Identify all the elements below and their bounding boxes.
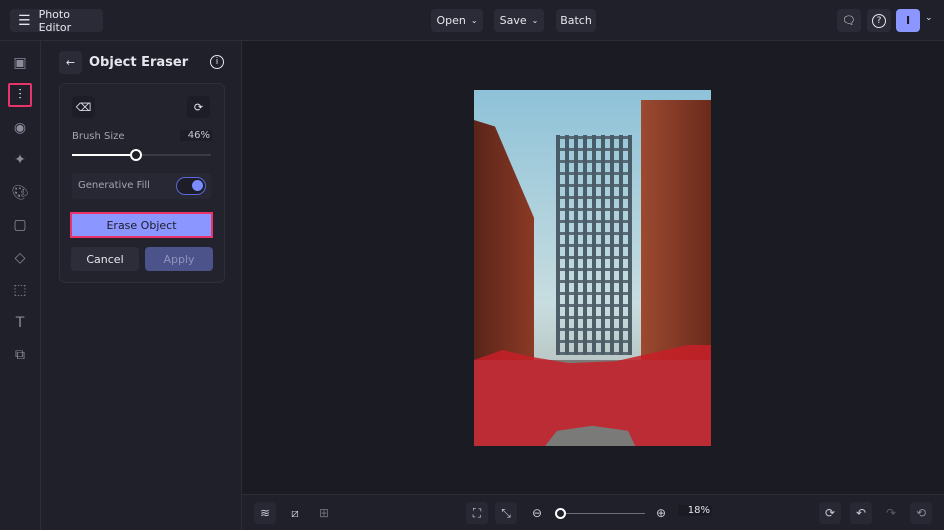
- grid-icon[interactable]: ⊞: [313, 502, 335, 524]
- tool-rail: ▣ ⫶ ◉ ✦ 🎨︎ ▢ ◇ ⬚ T ⧉: [0, 41, 41, 530]
- palette-icon[interactable]: 🎨︎: [8, 181, 32, 205]
- text-icon[interactable]: T: [8, 311, 32, 335]
- eraser-tool-button[interactable]: ⌫: [72, 96, 95, 118]
- frame-icon[interactable]: ▢: [8, 213, 32, 237]
- fit-screen-icon[interactable]: ⛶: [466, 502, 488, 524]
- bottom-toolbar: ≋ ⧄ ⊞ ⛶ ⤡ ⊖ ⊕ 18% ⟳ ↶ ↷ ⟲: [242, 494, 944, 530]
- batch-button[interactable]: Batch: [556, 9, 596, 32]
- zoom-value[interactable]: 18%: [678, 505, 712, 516]
- shrink-icon[interactable]: ⤡: [495, 502, 517, 524]
- chevron-down-icon: ⌄: [531, 16, 539, 25]
- info-icon[interactable]: i: [210, 55, 224, 69]
- zoom-slider[interactable]: [555, 508, 645, 519]
- generative-fill-row: Generative Fill: [72, 173, 211, 199]
- top-bar: ☰ Photo Editor Open ⌄ Save ⌄ Batch 🗨 ? I ⌄: [0, 0, 944, 41]
- brush-size-slider[interactable]: [72, 149, 211, 161]
- canvas-area: [242, 41, 944, 494]
- brush-size-label: Brush Size: [72, 131, 125, 142]
- help-button[interactable]: ?: [867, 9, 891, 32]
- save-button[interactable]: Save ⌄: [494, 9, 544, 32]
- photo[interactable]: [474, 90, 711, 446]
- chevron-down-icon[interactable]: ⌄: [925, 13, 933, 23]
- back-button[interactable]: ←: [59, 51, 82, 74]
- help-icon: ?: [872, 13, 886, 28]
- history-icon[interactable]: ⟲: [910, 502, 932, 524]
- layers-icon[interactable]: ≋: [254, 502, 276, 524]
- erase-label: Erase Object: [106, 218, 177, 232]
- refresh-icon: ⟳: [193, 100, 204, 114]
- open-button[interactable]: Open ⌄: [431, 9, 483, 32]
- eraser-icon: ⌫: [75, 100, 92, 114]
- save-label: Save: [499, 14, 527, 27]
- arrow-left-icon: ←: [65, 56, 76, 69]
- avatar[interactable]: I: [896, 9, 920, 32]
- texture-icon[interactable]: ⬚: [8, 278, 32, 302]
- undo-icon[interactable]: ↶: [850, 502, 872, 524]
- crop-image-icon[interactable]: ⧄: [284, 502, 306, 524]
- slider-handle[interactable]: [129, 149, 142, 161]
- cancel-label: Cancel: [86, 252, 124, 266]
- menu-button[interactable]: ☰ Photo Editor: [10, 7, 103, 34]
- chevron-down-icon: ⌄: [470, 16, 478, 25]
- apply-label: Apply: [163, 252, 195, 266]
- open-label: Open: [436, 14, 466, 27]
- zoom-slider-handle[interactable]: [555, 508, 566, 519]
- comment-icon: 🗨: [842, 14, 856, 27]
- eye-icon[interactable]: ◉: [8, 116, 32, 140]
- image-icon[interactable]: ▣: [8, 51, 32, 75]
- bridge-tower: [556, 135, 632, 355]
- sparkle-icon[interactable]: ✦: [8, 148, 32, 172]
- batch-label: Batch: [560, 14, 592, 27]
- avatar-initial: I: [905, 14, 911, 27]
- object-eraser-panel: ← Object Eraser i ⌫ ⟳ Brush Size 46% Gen…: [41, 41, 242, 530]
- app-title: Photo Editor: [38, 7, 72, 34]
- cancel-button[interactable]: Cancel: [71, 247, 139, 271]
- feedback-button[interactable]: 🗨: [837, 9, 861, 32]
- hamburger-icon: ☰: [18, 12, 31, 29]
- adjust-sliders-icon[interactable]: ⫶: [8, 83, 32, 107]
- eraser-settings-card: ⌫ ⟳ Brush Size 46% Generative Fill Erase…: [59, 83, 225, 283]
- brush-size-value[interactable]: 46%: [180, 130, 212, 141]
- panel-title: Object Eraser: [89, 55, 189, 70]
- apply-button[interactable]: Apply: [145, 247, 213, 271]
- redo-icon[interactable]: ↷: [880, 502, 902, 524]
- zoom-in-icon[interactable]: ⊕: [650, 502, 672, 524]
- generative-fill-label: Generative Fill: [78, 180, 150, 191]
- shapes-icon[interactable]: ◇: [8, 246, 32, 270]
- refresh-icon[interactable]: ⟳: [819, 502, 841, 524]
- erase-object-button[interactable]: Erase Object: [70, 212, 213, 238]
- reset-button[interactable]: ⟳: [187, 96, 210, 118]
- generative-fill-toggle[interactable]: [176, 177, 206, 195]
- zoom-out-icon[interactable]: ⊖: [526, 502, 548, 524]
- overlay-icon[interactable]: ⧉: [8, 343, 32, 367]
